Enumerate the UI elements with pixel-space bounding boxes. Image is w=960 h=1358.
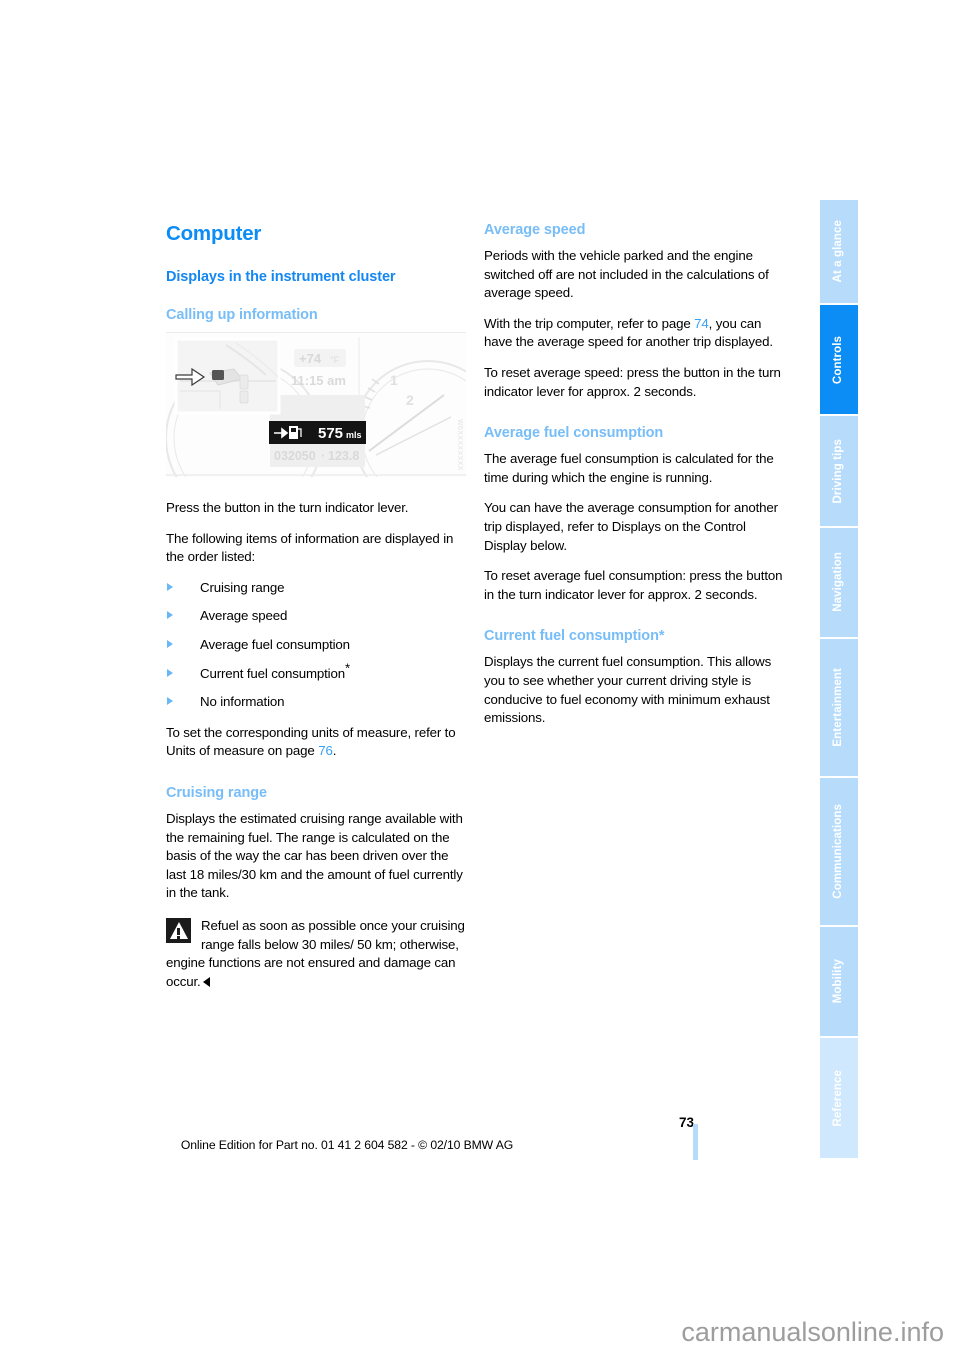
paragraph-average-speed-1: Periods with the vehicle parked and the … [484,248,769,301]
information-items-list: Cruising range Average speed Average fue… [166,579,466,712]
section-heading-average-fuel-consumption: Average fuel consumption [484,425,664,442]
left-text-column: Computer Displays in the instrument clus… [166,222,466,991]
paragraph-average-speed-reset: To reset average speed: press the button… [484,364,781,399]
page-reference-74[interactable]: 74 [694,316,709,331]
site-watermark: carmanualsonline.info [681,1317,944,1347]
paragraph-current-fuel-1: Displays the current fuel consumption. T… [484,654,772,726]
section-heading-current-fuel-consumption: Current fuel consumption* [484,628,665,645]
paragraph-order-listed: The following items of information are d… [166,530,454,565]
sidebar-item-label: Mobility [832,958,845,1004]
svg-text:2: 2 [406,392,414,408]
sidebar-item-label: Entertainment [832,667,845,747]
paragraph-text-end: . [332,743,337,759]
sidebar-item-label: Communications [832,803,845,899]
note-end-marker-icon [202,976,210,987]
sidebar-item-label: Driving tips [832,438,845,504]
paragraph-press-button: Press the button in the turn indicator l… [166,500,409,515]
page-reference-76[interactable]: 76 [318,743,333,758]
warning-triangle-icon [166,917,191,943]
sidebar-item-label: Controls [832,335,845,384]
paragraph-text: With the trip computer, refer to page [484,315,695,331]
svg-text:·: · [321,449,325,463]
list-item: Cruising range [166,579,466,598]
list-item: Average speed [166,607,466,626]
warning-note: Refuel as soon as possible once your cru… [166,917,466,991]
svg-text:+74: +74 [299,351,322,366]
section-heading-calling-up-information: Calling up information [166,307,318,323]
list-item: Current fuel consumption* [166,661,466,684]
sidebar-item-entertainment[interactable]: Entertainment [820,638,858,778]
triangle-bullet-icon [167,668,173,677]
triangle-bullet-icon [167,611,173,620]
paragraph-average-fuel-reset: To reset average fuel consumption: press… [484,568,783,602]
list-item: Average fuel consumption [166,636,466,655]
list-item-label: Average fuel consumption [200,636,350,652]
sidebar-item-navigation[interactable]: Navigation [820,527,858,639]
illustration-watermark: W6XXXXXXXX [456,419,463,471]
list-item-label: Cruising range [200,579,285,595]
list-item-label: Average speed [200,608,288,624]
paragraph-text: To set the corresponding units of measur… [166,724,456,759]
page-number: 73 [678,1115,694,1130]
sidebar-item-at-a-glance[interactable]: At a glance [820,200,858,306]
svg-text:575: 575 [318,425,343,442]
svg-text:11:15 am: 11:15 am [291,373,346,388]
paragraph-average-fuel-2: You can have the average consumption for… [484,500,778,553]
sidebar-item-label: At a glance [832,220,845,283]
triangle-bullet-icon [167,697,173,706]
warning-note-text: Refuel as soon as possible once your cru… [166,917,465,989]
svg-text:123.8: 123.8 [328,449,359,463]
page-title: Computer [166,222,262,245]
svg-text:°F: °F [330,355,340,365]
list-item-label: No information [200,694,285,710]
sidebar-item-communications[interactable]: Communications [820,777,858,927]
paragraph-cruising-range-description: Displays the estimated cruising range av… [166,810,463,901]
footer-edition-note: Online Edition for Part no. 01 41 2 604 … [180,1138,514,1152]
paragraph-average-fuel-1: The average fuel consumption is calculat… [484,451,774,485]
paragraph-average-speed-2: With the trip computer, refer to page 74… [484,315,784,352]
svg-text:032050: 032050 [274,449,316,463]
sidebar-item-driving-tips[interactable]: Driving tips [820,416,858,528]
section-heading-average-speed: Average speed [484,222,586,238]
list-item: No information [166,693,466,712]
svg-text:1: 1 [390,372,398,388]
svg-text:mls: mls [346,430,362,440]
triangle-bullet-icon [167,639,173,648]
list-item-label: Current fuel consumption [200,665,345,681]
right-text-column: Average speed Periods with the vehicle p… [484,222,784,728]
paragraph-units-of-measure: To set the corresponding units of measur… [166,724,466,761]
sidebar-item-label: Reference [832,1069,845,1127]
optional-equipment-asterisk: * [344,660,350,676]
instrument-cluster-illustration: 1 2 +74 °F 11:15 am 575 mls 032050 · 123… [166,332,466,477]
sidebar-item-reference[interactable]: Reference [820,1037,858,1158]
manual-page: At a glance Controls Driving tips Naviga… [0,0,960,1358]
cluster-diagram: 1 2 +74 °F 11:15 am 575 mls 032050 · 123… [166,333,466,477]
sidebar-item-mobility[interactable]: Mobility [820,926,858,1038]
sidebar-item-label: Navigation [832,552,845,612]
sidebar-item-controls[interactable]: Controls [820,305,858,417]
section-heading-cruising-range: Cruising range [166,784,267,801]
triangle-bullet-icon [167,582,173,591]
chapter-index-sidebar: At a glance Controls Driving tips Naviga… [820,200,858,1158]
page-subtitle: Displays in the instrument cluster [166,269,396,285]
